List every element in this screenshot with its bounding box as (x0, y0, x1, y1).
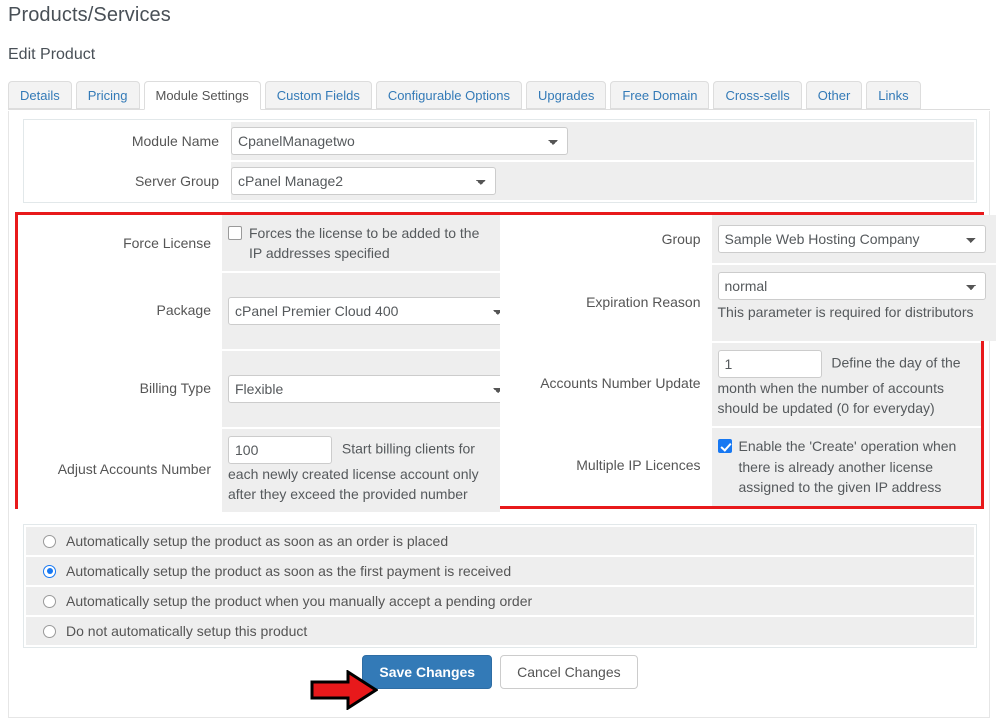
autosetup-option-order-placed[interactable]: Automatically setup the product as soon … (26, 527, 974, 555)
autosetup-option-label: Automatically setup the product when you… (66, 593, 533, 609)
billing-type-select[interactable]: Flexible (228, 375, 513, 403)
autosetup-option-label: Automatically setup the product as soon … (66, 563, 512, 579)
server-group-field: cPanel Manage2 (231, 162, 974, 200)
force-license-checkbox-text: Forces the license to be added to the IP… (249, 224, 480, 261)
multiple-ip-licences-label: Multiple IP Licences (499, 425, 712, 506)
group-label: Group (499, 215, 712, 263)
adjust-accounts-number-field: Start billing clients for each newly cre… (222, 427, 500, 512)
package-select[interactable]: cPanel Premier Cloud 400 (228, 297, 513, 325)
row-multiple-ip-licences: Multiple IP Licences Enable the 'Create'… (499, 425, 981, 506)
row-accounts-number-update: Accounts Number Update Define the day of… (499, 341, 981, 426)
group-field: Sample Web Hosting Company (711, 215, 996, 263)
accounts-number-update-label: Accounts Number Update (499, 341, 712, 426)
cancel-changes-button[interactable]: Cancel Changes (500, 655, 638, 689)
billing-type-field: Flexible (222, 349, 523, 427)
expiration-reason-help: This parameter is required for distribut… (717, 304, 974, 320)
radio-no-autosetup[interactable] (43, 624, 56, 638)
row-adjust-accounts-number: Adjust Accounts Number Start billing cli… (18, 427, 500, 512)
row-group: Group Sample Web Hosting Company (499, 215, 996, 263)
force-license-checkbox[interactable] (228, 225, 242, 240)
highlighted-settings-box: Force License Forces the license to be a… (15, 212, 996, 512)
row-package: Package cPanel Premier Cloud 400 (18, 271, 523, 349)
save-changes-button[interactable]: Save Changes (362, 655, 493, 689)
row-force-license: Force License Forces the license to be a… (18, 215, 500, 271)
autosetup-option-none[interactable]: Do not automatically setup this product (26, 617, 974, 645)
row-billing-type: Billing Type Flexible (18, 349, 523, 427)
accounts-number-update-input[interactable] (717, 350, 822, 378)
server-group-label: Server Group (26, 162, 231, 200)
expiration-reason-select[interactable]: normal (717, 272, 986, 300)
tab-custom-fields[interactable]: Custom Fields (264, 81, 372, 109)
accounts-number-update-field: Define the day of the month when the num… (711, 341, 981, 426)
tab-pricing[interactable]: Pricing (75, 81, 140, 109)
settings-left-column: Force License Forces the license to be a… (18, 215, 523, 512)
radio-order-placed[interactable] (43, 534, 56, 548)
edit-product-page: Products/Services Edit Product Details P… (0, 0, 998, 726)
module-name-label: Module Name (26, 122, 231, 160)
form-footer: Save Changes Cancel Changes (9, 655, 991, 689)
annotation-arrow-icon (310, 670, 378, 710)
page-subtitle: Edit Product (8, 46, 96, 63)
tab-details[interactable]: Details (8, 81, 72, 109)
multiple-ip-licences-field: Enable the 'Create' operation when there… (711, 425, 981, 506)
product-tabs: Details Pricing Module Settings Custom F… (8, 80, 990, 110)
tab-links[interactable]: Links (866, 81, 921, 109)
force-license-label: Force License (18, 215, 222, 271)
autosetup-option-label: Automatically setup the product as soon … (66, 533, 449, 549)
module-name-field: CpanelManagetwo (231, 122, 974, 160)
settings-right-column: Group Sample Web Hosting Company Expirat… (499, 215, 996, 506)
row-module-name: Module Name CpanelManagetwo (26, 122, 974, 160)
tab-other[interactable]: Other (805, 81, 863, 109)
tab-configurable-options[interactable]: Configurable Options (375, 81, 522, 109)
tab-upgrades[interactable]: Upgrades (525, 81, 607, 109)
row-expiration-reason: Expiration Reason normal This parameter … (499, 263, 996, 341)
autosetup-option-label: Do not automatically setup this product (66, 623, 308, 639)
row-server-group: Server Group cPanel Manage2 (26, 162, 974, 200)
autosetup-option-first-payment[interactable]: Automatically setup the product as soon … (26, 557, 974, 585)
server-group-select[interactable]: cPanel Manage2 (231, 167, 496, 195)
adjust-accounts-number-input[interactable] (228, 436, 332, 464)
billing-type-label: Billing Type (18, 349, 222, 427)
multiple-ip-licences-checkbox-text: Enable the 'Create' operation when there… (738, 438, 957, 495)
module-settings-form: Module Name CpanelManagetwo Server Group… (8, 111, 996, 718)
page-title: Products/Services (8, 4, 171, 26)
module-name-select[interactable]: CpanelManagetwo (231, 127, 568, 155)
package-label: Package (18, 271, 222, 349)
autosetup-options-panel: Automatically setup the product as soon … (23, 524, 977, 648)
force-license-field: Forces the license to be added to the IP… (222, 215, 500, 271)
tab-cross-sells[interactable]: Cross-sells (713, 81, 802, 109)
tab-free-domain[interactable]: Free Domain (610, 81, 710, 109)
radio-manual-accept[interactable] (43, 594, 56, 608)
adjust-accounts-number-label: Adjust Accounts Number (18, 427, 222, 512)
tab-module-settings[interactable]: Module Settings (143, 81, 261, 110)
module-panel: Module Name CpanelManagetwo Server Group… (23, 119, 977, 203)
expiration-reason-field: normal This parameter is required for di… (711, 263, 996, 341)
expiration-reason-label: Expiration Reason (499, 263, 712, 341)
package-field: cPanel Premier Cloud 400 (222, 271, 523, 349)
autosetup-option-manual-accept[interactable]: Automatically setup the product when you… (26, 587, 974, 615)
radio-first-payment[interactable] (43, 564, 56, 578)
group-select[interactable]: Sample Web Hosting Company (717, 225, 986, 253)
multiple-ip-licences-checkbox[interactable] (717, 439, 732, 454)
